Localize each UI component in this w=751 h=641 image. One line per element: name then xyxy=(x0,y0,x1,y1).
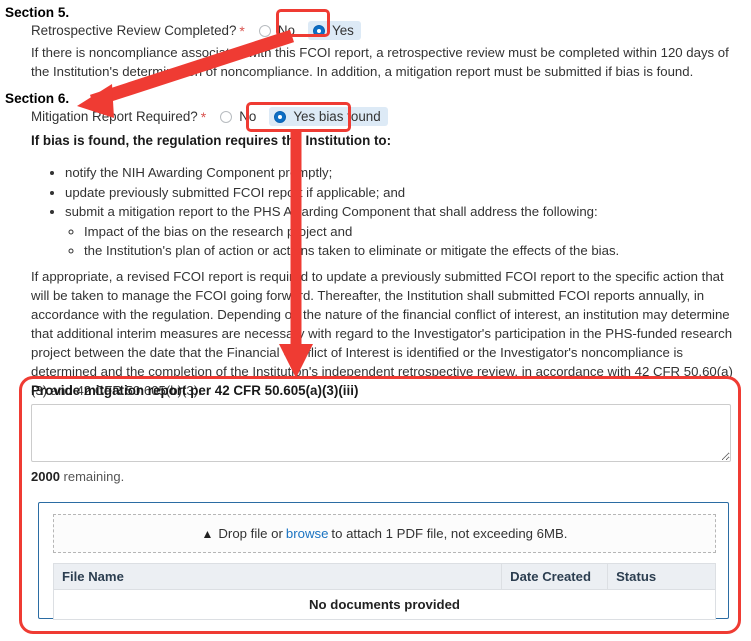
mitigation-report-textarea[interactable] xyxy=(31,404,731,462)
table-row: No documents provided xyxy=(53,589,716,620)
section6-radio-group[interactable]: No Yes bias found xyxy=(215,107,388,126)
characters-remaining-count: 2000 xyxy=(31,469,60,484)
browse-link[interactable]: browse xyxy=(286,526,329,541)
radio-option-section5-yes[interactable]: Yes xyxy=(308,21,361,40)
radio-option-section6-yes-bias-found[interactable]: Yes bias found xyxy=(269,107,388,126)
form-page: Section 5. Retrospective Review Complete… xyxy=(0,0,751,641)
section6-question-row: Mitigation Report Required? * No Yes bia… xyxy=(31,107,388,126)
section5-paragraph: If there is noncompliance associated wit… xyxy=(31,45,729,79)
list-item: submit a mitigation report to the PHS Aw… xyxy=(65,202,619,261)
column-header-status[interactable]: Status xyxy=(607,563,716,590)
list-item-text: submit a mitigation report to the PHS Aw… xyxy=(65,204,598,219)
uploaded-files-table: File Name Date Created Status No documen… xyxy=(52,563,716,620)
radio-dot-icon xyxy=(258,24,271,37)
radio-option-section6-no[interactable]: No xyxy=(215,107,263,126)
file-upload-card: ▲ Drop file or browse to attach 1 PDF fi… xyxy=(38,502,729,620)
bias-requirements-sublist: Impact of the bias on the research proje… xyxy=(65,222,619,261)
characters-remaining-text: 2000 remaining. xyxy=(31,469,737,484)
section6-question-label: Mitigation Report Required? xyxy=(31,109,198,124)
radio-label-section5-yes: Yes xyxy=(332,23,354,38)
file-dropzone[interactable]: ▲ Drop file or browse to attach 1 PDF fi… xyxy=(53,514,716,553)
characters-remaining-suffix: remaining. xyxy=(59,469,125,484)
required-asterisk-section5: * xyxy=(239,22,245,39)
radio-label-section5-no: No xyxy=(277,23,295,38)
mitigation-panel-title: Provide mitgation report per 42 CFR 50.6… xyxy=(31,383,359,398)
radio-dot-selected-icon xyxy=(274,110,287,123)
radio-label-section6-yes-bias-found: Yes bias found xyxy=(293,109,381,124)
upload-icon: ▲ xyxy=(201,526,214,541)
table-header-row: File Name Date Created Status xyxy=(52,563,716,590)
radio-dot-selected-icon xyxy=(313,24,325,37)
section6-heading: Section 6. xyxy=(5,91,70,106)
section5-question-label: Retrospective Review Completed? xyxy=(31,23,237,38)
list-item: update previously submitted FCOI report … xyxy=(65,183,619,203)
radio-label-section6-no: No xyxy=(239,109,257,124)
list-item: Impact of the bias on the research proje… xyxy=(84,222,619,242)
list-item: notify the NIH Awarding Component prompt… xyxy=(65,163,619,183)
empty-table-message: No documents provided xyxy=(53,589,716,620)
radio-dot-icon xyxy=(220,110,233,123)
section6-long-paragraph: If appropriate, a revised FCOI report is… xyxy=(31,269,733,398)
list-item: the Institution's plan of action or acti… xyxy=(84,241,619,261)
section5-question-row: Retrospective Review Completed? * No Yes xyxy=(31,21,361,40)
section5-heading: Section 5. xyxy=(5,5,70,20)
column-header-file-name[interactable]: File Name xyxy=(52,563,503,590)
required-asterisk-section6: * xyxy=(200,108,207,125)
dropzone-suffix-text: to attach 1 PDF file, not exceeding 6MB. xyxy=(331,526,568,541)
bias-requirements-lead: If bias is found, the regulation require… xyxy=(31,133,392,148)
mitigation-panel: Provide mitgation report per 42 CFR 50.6… xyxy=(26,383,737,628)
column-header-date-created[interactable]: Date Created xyxy=(501,563,609,590)
radio-option-section5-no[interactable]: No xyxy=(254,21,302,40)
dropzone-prefix-text: Drop file or xyxy=(218,526,283,541)
bias-requirements-list: notify the NIH Awarding Component prompt… xyxy=(48,163,619,261)
section5-radio-group[interactable]: No Yes xyxy=(254,21,361,40)
